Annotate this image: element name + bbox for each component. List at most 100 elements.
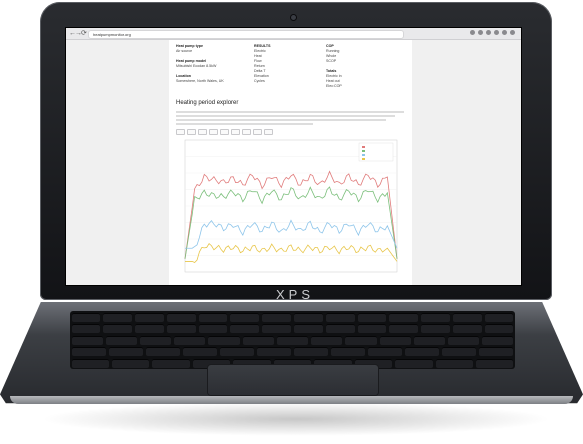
menu-icon[interactable]	[510, 30, 515, 35]
info-column-cop: COP Running Whole SCOP Totals Electric in Heat…	[326, 44, 404, 89]
section-title: Heating period explorer	[176, 100, 239, 106]
keyboard-key	[484, 312, 514, 322]
browser-toolbar: ← → ⟳ heatpumpmonitor.org	[66, 28, 521, 40]
legend-swatch	[362, 158, 365, 160]
keyboard-key	[198, 312, 228, 322]
brand-logo: XPS	[275, 287, 314, 302]
laptop-shadow	[40, 402, 552, 436]
keyboard-key	[135, 324, 164, 333]
chart-toolbar-button[interactable]	[198, 129, 207, 135]
chart-toolbar-button[interactable]	[242, 129, 251, 135]
keyboard-key	[71, 335, 103, 345]
section-paragraph	[176, 110, 404, 127]
keyboard-key	[262, 312, 291, 322]
chart-toolbar-button[interactable]	[176, 129, 185, 135]
keyboard-key	[294, 347, 329, 356]
keyboard-key	[357, 324, 387, 333]
keyboard-key	[152, 358, 190, 368]
keyboard-key	[442, 347, 477, 356]
screen: ← → ⟳ heatpumpmonitor.org Heat pump type…	[66, 28, 521, 285]
total-label: Elec:COP	[326, 84, 342, 88]
keyboard-key	[413, 335, 446, 345]
keyboard-key	[145, 347, 180, 356]
keyboard-key	[166, 324, 196, 333]
keyboard-key	[379, 335, 411, 345]
keyboard-key	[452, 312, 482, 322]
keyboard-key	[435, 358, 474, 368]
keyboard-key	[276, 335, 309, 345]
legend-swatch	[362, 150, 365, 152]
keyboard-key	[230, 312, 260, 322]
keyboard-key	[421, 324, 450, 333]
result-label: Cycles	[254, 79, 265, 83]
result-row: Cycles	[254, 79, 314, 84]
keyboard-key	[111, 358, 150, 368]
extension-icon[interactable]	[470, 30, 475, 35]
keyboard-key	[452, 324, 482, 333]
chart-toolbar-button[interactable]	[187, 129, 196, 135]
legend-swatch	[362, 146, 365, 148]
page-content: Heat pump type Air source Heat pump mode…	[169, 40, 412, 285]
keyboard-key	[395, 358, 433, 368]
keyboard-key	[219, 347, 254, 356]
keyboard-key	[476, 358, 514, 368]
keyboard-key	[405, 347, 440, 356]
total-row: Elec:COP	[326, 84, 404, 89]
address-bar[interactable]: heatpumpmonitor.org	[88, 30, 404, 39]
keyboard-key	[262, 324, 291, 333]
keyboard-key	[325, 312, 355, 322]
keyboard-key	[294, 324, 323, 333]
chart	[184, 139, 398, 273]
keyboard-key	[345, 335, 377, 345]
keyboard-key	[135, 312, 164, 322]
keyboard-key	[311, 335, 343, 345]
keyboard-key	[71, 347, 106, 356]
keyboard-key	[103, 312, 133, 322]
chart-toolbar-button[interactable]	[231, 129, 240, 135]
keyboard-key	[482, 335, 514, 345]
keyboard-key	[389, 324, 419, 333]
keyboard-key	[230, 324, 260, 333]
keyboard-key	[331, 347, 366, 356]
info-column-system: Heat pump type Air source Heat pump mode…	[176, 44, 224, 84]
extension-icon[interactable]	[502, 30, 507, 35]
keyboard-key	[139, 335, 172, 345]
keyboard-key	[479, 347, 514, 356]
keyboard-key	[421, 312, 450, 322]
chart-toolbar-button[interactable]	[209, 129, 218, 135]
info-column-results: RESULTS Electric Heat Flow Return Delta T Elev…	[254, 44, 314, 84]
keyboard-key	[448, 335, 480, 345]
keyboard-key	[103, 324, 133, 333]
laptop-base-edge	[10, 396, 573, 404]
keyboard-key	[198, 324, 228, 333]
keyboard-key	[208, 335, 240, 345]
cop-label: SCOP	[326, 59, 337, 63]
keyboard-key	[108, 347, 143, 356]
keyboard-key	[71, 324, 101, 333]
keyboard-key	[242, 335, 274, 345]
keyboard	[70, 311, 515, 369]
keyboard-key	[105, 335, 137, 345]
touchpad	[208, 365, 378, 395]
keyboard-key	[182, 347, 217, 356]
webcam	[291, 15, 296, 20]
keyboard-key	[166, 312, 196, 322]
keyboard-key	[294, 312, 323, 322]
keyboard-key	[174, 335, 206, 345]
keyboard-key	[325, 324, 355, 333]
extension-icon[interactable]	[478, 30, 483, 35]
extension-icon[interactable]	[494, 30, 499, 35]
keyboard-key	[357, 312, 387, 322]
info-value: Somewhere, North Wales, UK	[176, 79, 224, 83]
keyboard-key	[71, 358, 109, 368]
reload-icon[interactable]: ⟳	[81, 29, 87, 38]
keyboard-key	[484, 324, 514, 333]
extension-icon[interactable]	[486, 30, 491, 35]
chart-toolbar-button[interactable]	[253, 129, 262, 135]
chart-toolbar-button[interactable]	[220, 129, 229, 135]
legend-swatch	[362, 154, 365, 156]
chart-toolbar	[176, 129, 273, 135]
keyboard-key	[71, 312, 101, 322]
keyboard-key	[389, 312, 419, 322]
chart-toolbar-button[interactable]	[264, 129, 273, 135]
